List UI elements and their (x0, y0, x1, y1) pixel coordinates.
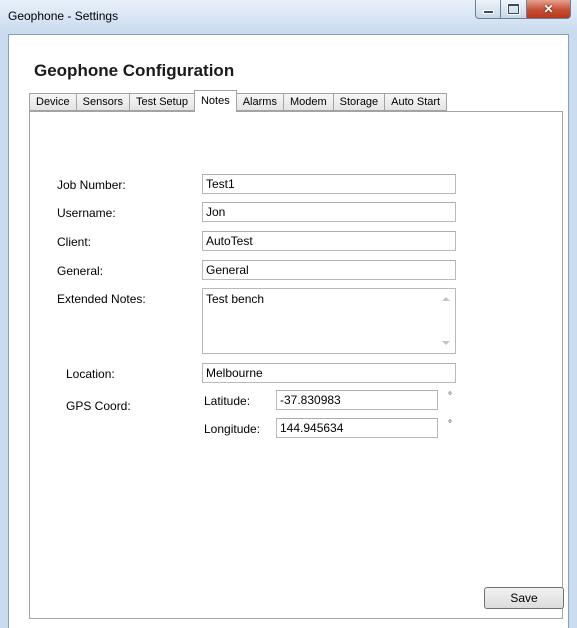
window-controls: ✕ (475, 0, 571, 20)
scroll-up-arrow-icon[interactable] (442, 297, 450, 301)
location-input[interactable] (202, 363, 456, 383)
username-input[interactable] (202, 202, 456, 222)
latitude-degree-unit: ° (448, 391, 452, 402)
title-bar[interactable]: Geophone - Settings ✕ (0, 0, 577, 34)
location-label: Location: (66, 367, 115, 381)
general-label: General: (57, 264, 104, 278)
job-number-label: Job Number: (57, 178, 126, 192)
tab-strip: Device Sensors Test Setup Notes Alarms M… (29, 90, 448, 112)
minimize-button[interactable] (475, 0, 501, 19)
extended-notes-scrollbar[interactable] (438, 289, 455, 353)
extended-notes-label: Extended Notes: (57, 292, 146, 306)
client-input[interactable] (202, 231, 456, 251)
tab-auto-start[interactable]: Auto Start (384, 93, 448, 111)
client-area: Geophone Configuration Device Sensors Te… (8, 34, 569, 628)
latitude-input[interactable] (276, 390, 438, 410)
maximize-icon (508, 4, 519, 14)
longitude-label: Longitude: (204, 422, 261, 436)
tab-storage[interactable]: Storage (332, 93, 385, 111)
minimize-icon (482, 10, 494, 14)
tab-alarms[interactable]: Alarms (236, 93, 283, 111)
tab-test-setup[interactable]: Test Setup (128, 93, 194, 111)
latitude-label: Latitude: (204, 394, 251, 408)
page-title: Geophone Configuration (34, 61, 235, 80)
settings-window: Geophone - Settings ✕ Geophone Configura… (0, 0, 577, 628)
scroll-down-arrow-icon[interactable] (442, 341, 450, 345)
close-button[interactable]: ✕ (527, 0, 571, 19)
maximize-button[interactable] (501, 0, 527, 19)
extended-notes-textarea[interactable]: Test bench (203, 289, 439, 353)
extended-notes-box: Test bench (202, 288, 456, 354)
gps-coord-label: GPS Coord: (66, 399, 131, 413)
tab-modem[interactable]: Modem (282, 93, 333, 111)
save-button[interactable]: Save (484, 587, 564, 609)
client-label: Client: (57, 235, 92, 249)
general-input[interactable] (202, 260, 456, 280)
username-label: Username: (57, 206, 116, 220)
window-title: Geophone - Settings (8, 9, 119, 23)
close-icon: ✕ (543, 2, 554, 16)
notes-panel: Job Number: Username: Client: General: E… (29, 111, 563, 619)
tab-sensors[interactable]: Sensors (75, 93, 129, 111)
longitude-degree-unit: ° (448, 419, 452, 430)
longitude-input[interactable] (276, 418, 438, 438)
tab-device[interactable]: Device (29, 93, 76, 111)
tab-notes[interactable]: Notes (193, 90, 237, 112)
job-number-input[interactable] (202, 174, 456, 194)
